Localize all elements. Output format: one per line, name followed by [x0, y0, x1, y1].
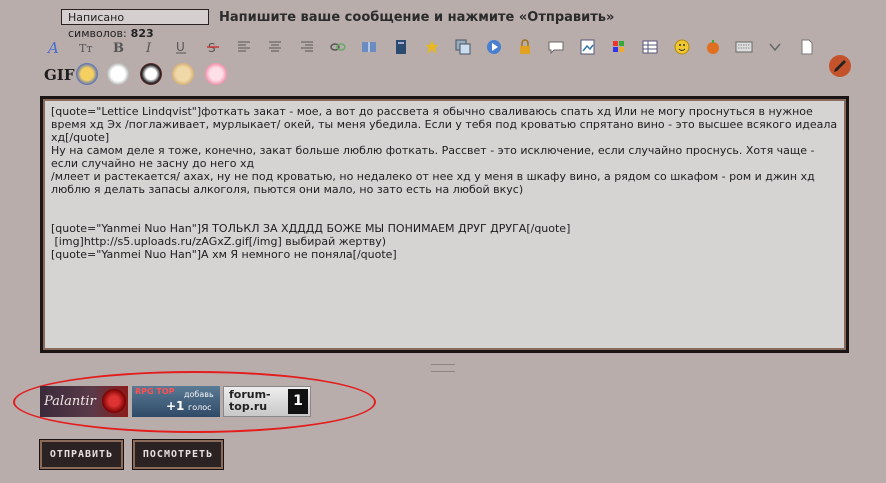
forum-top-rank: 1	[288, 389, 308, 414]
star-icon[interactable]	[423, 38, 441, 56]
svg-text:B: B	[113, 41, 124, 55]
bold-icon[interactable]: B	[109, 38, 127, 56]
rpg-top-label: RPG TOP	[135, 387, 175, 396]
smiley-cat-blue-icon[interactable]	[76, 63, 98, 85]
strikethrough-icon[interactable]: S	[204, 38, 222, 56]
pen-icon[interactable]	[829, 55, 851, 77]
underline-icon[interactable]: U	[172, 38, 190, 56]
forum-top-banner[interactable]: forum- top.ru 1	[223, 386, 311, 417]
svg-text:A: A	[46, 39, 59, 55]
rpg-top-plus: +1	[166, 399, 185, 413]
font-icon[interactable]: A	[44, 38, 62, 56]
color-palette-icon[interactable]	[610, 38, 628, 56]
editor-line: Ну на самом деле я тоже, конечно, закат …	[51, 144, 819, 170]
rpg-top-banner[interactable]: RPG TOP добавь +1 голос	[132, 386, 220, 417]
media-play-icon[interactable]	[485, 38, 503, 56]
forum-top-label: forum- top.ru	[229, 388, 271, 413]
gif-label: GIF	[44, 66, 75, 84]
table-icon[interactable]	[641, 38, 659, 56]
spoiler-icon[interactable]	[797, 38, 815, 56]
align-left-icon[interactable]	[235, 38, 253, 56]
editor-line: [quote="Lettice Lindqvist"]фоткать закат…	[51, 105, 841, 144]
quote-book-icon[interactable]	[392, 38, 410, 56]
formatting-toolbar: A Tт B I U S	[44, 38, 824, 60]
rose-icon	[102, 389, 126, 413]
svg-text:U: U	[176, 40, 185, 54]
page-title: Напишите ваше сообщение и нажмите «Отпра…	[219, 10, 615, 25]
submit-button[interactable]: ОТПРАВИТЬ	[39, 439, 124, 470]
editor-line: [quote="Yanmei Nuo Han"]Я ТОЛЬКЛ ЗА ХДДД…	[51, 222, 571, 235]
editor-line: [quote="Yanmei Nuo Han"]А хм Я немного н…	[51, 248, 397, 261]
smile-icon[interactable]	[673, 38, 691, 56]
message-textarea[interactable]: [quote="Lettice Lindqvist"]фоткать закат…	[40, 96, 849, 353]
speech-bubble-icon[interactable]	[547, 38, 565, 56]
book-icon[interactable]	[360, 38, 378, 56]
lock-icon[interactable]	[516, 38, 534, 56]
svg-text:S: S	[208, 41, 216, 55]
italic-icon[interactable]: I	[141, 38, 159, 56]
char-counter: Написано символов: 823	[61, 9, 209, 40]
svg-text:Tт: Tт	[79, 42, 92, 55]
editor-line: /млеет и растекается/ ахах, ну не под кр…	[51, 170, 819, 196]
svg-text:I: I	[145, 41, 152, 55]
image-icon[interactable]	[579, 38, 597, 56]
copy-icon[interactable]	[454, 38, 472, 56]
smiley-rabbit-icon[interactable]	[107, 63, 129, 85]
palantir-banner[interactable]: Palantir	[40, 386, 128, 417]
preview-button[interactable]: ПОСМОТРЕТЬ	[132, 439, 224, 470]
smiley-cow-icon[interactable]	[140, 63, 162, 85]
align-right-icon[interactable]	[298, 38, 316, 56]
pumpkin-icon[interactable]	[704, 38, 722, 56]
rpg-top-add: добавь	[184, 390, 214, 399]
collapse-icon[interactable]	[766, 38, 784, 56]
editor-line: [img]http://s5.uploads.ru/zAGxZ.gif[/img…	[51, 235, 387, 248]
font-size-icon[interactable]: Tт	[78, 38, 96, 56]
smiley-pink-cat-icon[interactable]	[205, 63, 227, 85]
palantir-banner-text: Palantir	[44, 394, 96, 409]
link-icon[interactable]	[329, 38, 347, 56]
char-counter-label: Написано символов:	[68, 11, 127, 40]
textarea-resize-handle[interactable]	[431, 364, 455, 372]
keyboard-icon[interactable]	[735, 38, 753, 56]
rpg-top-vote: голос	[188, 403, 212, 412]
smiley-kitten-icon[interactable]	[172, 63, 194, 85]
align-center-icon[interactable]	[266, 38, 284, 56]
